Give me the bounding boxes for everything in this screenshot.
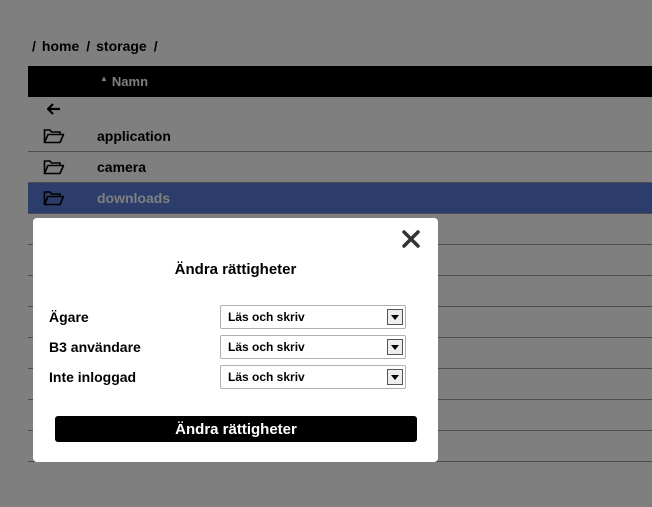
permission-select-value: Läs och skriv	[228, 310, 305, 324]
permission-select[interactable]: Läs och skriv	[220, 305, 406, 329]
permission-select[interactable]: Läs och skriv	[220, 335, 406, 359]
permission-select-value: Läs och skriv	[228, 340, 305, 354]
permissions-dialog: Ändra rättigheter Ägare Läs och skriv B3 a…	[33, 218, 438, 462]
chevron-down-icon	[387, 369, 403, 385]
permission-select-value: Läs och skriv	[228, 370, 305, 384]
change-permissions-button[interactable]: Ändra rättigheter	[55, 416, 417, 442]
chevron-down-icon	[387, 339, 403, 355]
close-dialog-button[interactable]	[400, 228, 422, 250]
permission-label: B3 användare	[49, 339, 141, 355]
chevron-down-icon	[387, 309, 403, 325]
permission-label: Inte inloggad	[49, 369, 137, 385]
permission-label: Ägare	[49, 309, 89, 325]
close-icon	[402, 230, 420, 248]
dialog-title: Ändra rättigheter	[174, 261, 297, 278]
permission-row: Inte inloggad Läs och skriv	[49, 365, 407, 389]
permission-select[interactable]: Läs och skriv	[220, 365, 406, 389]
permission-row: Ägare Läs och skriv	[49, 305, 407, 329]
permission-row: B3 användare Läs och skriv	[49, 335, 407, 359]
